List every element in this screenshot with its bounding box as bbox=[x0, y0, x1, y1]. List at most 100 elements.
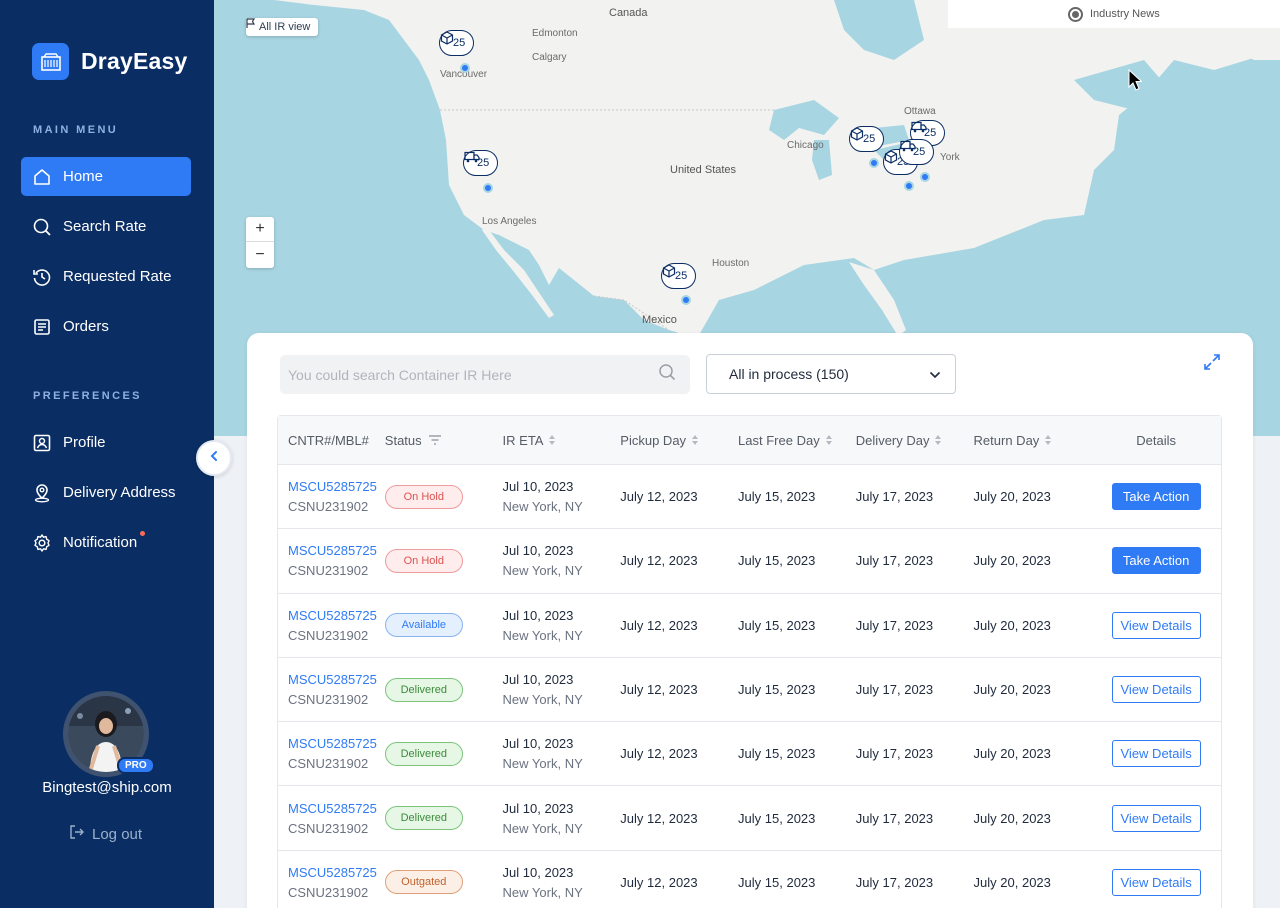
sidebar-item-search-rate[interactable]: Search Rate bbox=[21, 207, 191, 246]
col-label: Details bbox=[1136, 432, 1177, 448]
cntr-link[interactable]: MSCU5285725 bbox=[288, 736, 385, 751]
chevron-down-icon bbox=[929, 366, 941, 382]
eta-location: New York, NY bbox=[502, 884, 583, 900]
user-email: Bingtest@ship.com bbox=[42, 779, 172, 796]
cell-eta: Jul 10, 2023 New York, NY bbox=[503, 479, 621, 514]
mbl-number: CSNU231902 bbox=[288, 884, 369, 900]
search-icon[interactable] bbox=[658, 363, 676, 386]
container-logo-icon bbox=[32, 43, 69, 80]
sidebar-item-home[interactable]: Home bbox=[21, 157, 191, 196]
zoom-out-button[interactable]: − bbox=[246, 242, 274, 267]
cell-delivery: July 17, 2023 bbox=[855, 617, 934, 633]
cntr-link[interactable]: MSCU5285725 bbox=[288, 801, 385, 816]
col-last-free[interactable]: Last Free Day bbox=[738, 433, 856, 448]
cell-delivery: July 17, 2023 bbox=[855, 682, 934, 698]
status-filter-select[interactable]: All in process (150) bbox=[706, 354, 956, 394]
sidebar-item-profile[interactable]: Profile bbox=[21, 423, 191, 462]
cntr-link[interactable]: MSCU5285725 bbox=[288, 865, 385, 880]
table-row: MSCU5285725 CSNU231902 On Hold Jul 10, 2023… bbox=[278, 465, 1221, 530]
view-details-button[interactable]: View Details bbox=[1111, 676, 1201, 704]
mbl-number: CSNU231902 bbox=[288, 756, 369, 772]
filter-lines-icon bbox=[428, 433, 442, 448]
cntr-link[interactable]: MSCU5285725 bbox=[288, 672, 385, 687]
table-row: MSCU5285725 CSNU231902 Outgated Jul 10, 202… bbox=[278, 851, 1221, 908]
chevron-left-icon bbox=[208, 449, 220, 467]
map-label-houston: Houston bbox=[712, 258, 750, 269]
status-badge: Available bbox=[384, 613, 463, 638]
cntr-link[interactable]: MSCU5285725 bbox=[288, 543, 385, 558]
zoom-controls: + − bbox=[246, 217, 274, 268]
sidebar-item-orders[interactable]: Orders bbox=[21, 307, 191, 346]
main-menu-label: MAIN MENU bbox=[33, 124, 119, 136]
col-label: Delivery Day bbox=[855, 432, 930, 448]
cntr-link[interactable]: MSCU5285725 bbox=[288, 479, 385, 494]
sort-icon bbox=[825, 435, 832, 445]
sidebar-item-requested-rate[interactable]: Requested Rate bbox=[21, 257, 191, 296]
history-icon bbox=[32, 267, 52, 287]
sidebar-item-delivery-address[interactable]: Delivery Address bbox=[21, 473, 191, 512]
take-action-button[interactable]: Take Action bbox=[1111, 483, 1201, 511]
cell-cntr: MSCU5285725 CSNU231902 bbox=[278, 865, 385, 900]
profile-icon bbox=[32, 433, 52, 453]
status-badge: Delivered bbox=[384, 806, 463, 831]
eta-location: New York, NY bbox=[502, 820, 583, 836]
all-ir-view-button[interactable]: All IR view bbox=[246, 18, 319, 36]
status-badge: On Hold bbox=[384, 548, 463, 573]
all-ir-view-label: All IR view bbox=[259, 21, 311, 33]
status-badge: Delivered bbox=[384, 677, 463, 702]
col-status[interactable]: Status bbox=[385, 433, 503, 448]
sidebar-item-label: Home bbox=[63, 168, 104, 185]
status-badge: Outgated bbox=[384, 870, 463, 895]
zoom-in-button[interactable]: + bbox=[246, 217, 274, 242]
cell-return: July 20, 2023 bbox=[973, 810, 1051, 826]
cell-cntr: MSCU5285725 CSNU231902 bbox=[278, 801, 385, 836]
view-details-button[interactable]: View Details bbox=[1111, 611, 1201, 639]
take-action-button[interactable]: Take Action bbox=[1111, 547, 1201, 575]
cell-pickup: July 12, 2023 bbox=[620, 874, 698, 890]
cell-return: July 20, 2023 bbox=[973, 617, 1051, 633]
col-label: Status bbox=[384, 432, 422, 448]
sidebar-item-label: Orders bbox=[63, 318, 109, 335]
marker-bubble: 25 bbox=[661, 263, 697, 289]
table-row: MSCU5285725 CSNU231902 Delivered Jul 10, 20… bbox=[278, 786, 1221, 851]
view-details-button[interactable]: View Details bbox=[1111, 804, 1201, 832]
cntr-link[interactable]: MSCU5285725 bbox=[288, 608, 385, 623]
search-input[interactable] bbox=[288, 366, 628, 383]
notification-dot bbox=[140, 531, 145, 536]
cell-return: July 20, 2023 bbox=[973, 874, 1051, 890]
view-details-button[interactable]: View Details bbox=[1111, 868, 1201, 896]
eta-date: Jul 10, 2023 bbox=[502, 543, 574, 559]
map-label-calgary: Calgary bbox=[532, 52, 567, 63]
app-name: DrayEasy bbox=[81, 48, 188, 74]
cell-status: Delivered bbox=[384, 806, 503, 831]
cell-delivery: July 17, 2023 bbox=[855, 553, 934, 569]
col-label: Last Free Day bbox=[738, 432, 820, 448]
table-header: CNTR#/MBL# Status IR ETA Pickup Day Last… bbox=[278, 416, 1221, 465]
marker-count: 25 bbox=[675, 270, 688, 282]
table-row: MSCU5285725 CSNU231902 Available Jul 10, 20… bbox=[278, 594, 1221, 658]
col-return[interactable]: Return Day bbox=[974, 433, 1092, 448]
col-ir-eta[interactable]: IR ETA bbox=[503, 433, 621, 448]
cell-pickup: July 12, 2023 bbox=[620, 682, 698, 698]
sidebar-item-notification[interactable]: Notification bbox=[21, 523, 191, 562]
collapse-sidebar-button[interactable] bbox=[196, 440, 232, 476]
cell-details: Take Action bbox=[1091, 547, 1221, 575]
col-label: IR ETA bbox=[502, 432, 544, 448]
industry-news-toggle[interactable]: Industry News bbox=[948, 0, 1280, 28]
expand-icon[interactable] bbox=[1202, 352, 1222, 372]
col-pickup[interactable]: Pickup Day bbox=[620, 433, 738, 448]
view-details-button[interactable]: View Details bbox=[1111, 740, 1201, 768]
sidebar-item-label: Profile bbox=[63, 434, 106, 451]
mbl-number: CSNU231902 bbox=[288, 820, 369, 836]
logo[interactable]: DrayEasy bbox=[32, 43, 187, 80]
cell-details: Take Action bbox=[1091, 483, 1221, 511]
cell-pickup: July 12, 2023 bbox=[620, 746, 698, 762]
cell-eta: Jul 10, 2023 New York, NY bbox=[503, 801, 621, 836]
mbl-number: CSNU231902 bbox=[288, 627, 369, 643]
eta-location: New York, NY bbox=[502, 499, 583, 515]
industry-news-label: Industry News bbox=[1090, 8, 1160, 20]
col-delivery[interactable]: Delivery Day bbox=[856, 433, 974, 448]
sort-icon bbox=[549, 435, 556, 445]
marker-dot bbox=[681, 295, 691, 305]
logout-button[interactable]: Log out bbox=[69, 824, 142, 844]
